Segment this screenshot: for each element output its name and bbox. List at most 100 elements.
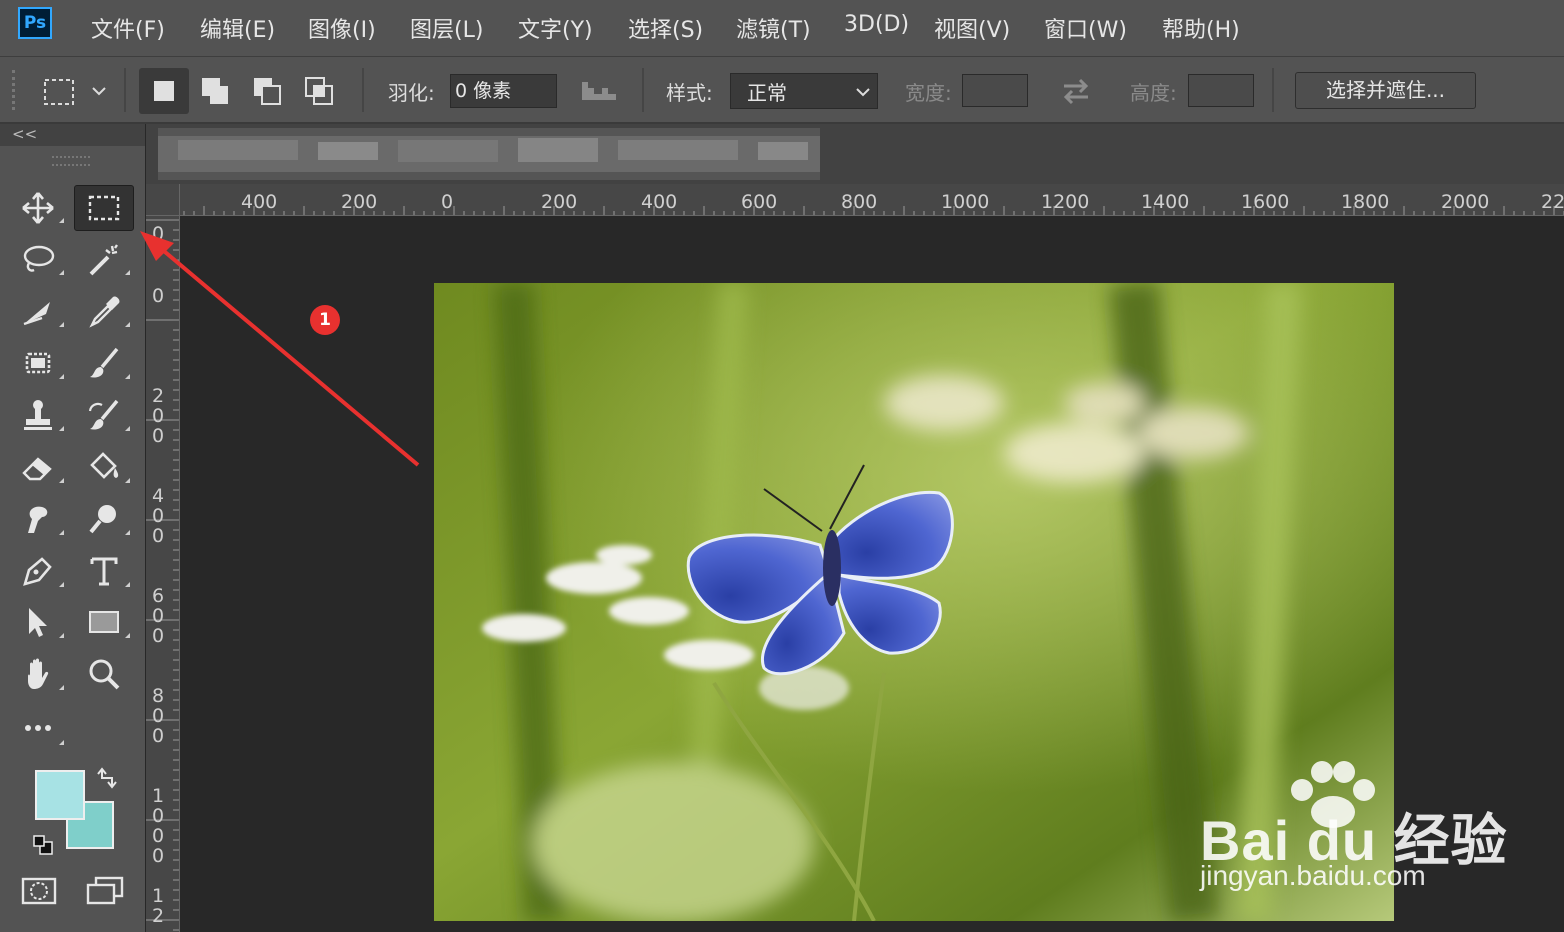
brush-tool[interactable] [76,340,132,386]
clone-stamp-tool[interactable] [10,392,66,438]
foreground-color-swatch[interactable] [35,770,85,820]
healing-brush-tool[interactable] [10,340,66,386]
swap-dimensions-button[interactable] [1058,74,1094,108]
ruler-label: 8 0 0 [152,685,165,747]
tool-group-indicator [125,478,130,483]
ruler-label: 800 [841,191,878,213]
tool-group-indicator [59,426,64,431]
photoshop-logo: Ps [18,7,52,39]
smudge-tool[interactable] [10,496,66,542]
tool-group-indicator [125,633,130,638]
panel-header: << [0,124,145,146]
anti-alias-icon [582,82,616,100]
tool-group-indicator [59,685,64,690]
options-grip[interactable] [12,70,18,110]
hand-tool[interactable] [10,651,66,697]
magic-wand-icon [89,244,118,276]
lasso-tool[interactable] [10,237,66,283]
type-tool[interactable] [76,548,132,594]
chevron-down-icon [856,88,870,97]
style-select[interactable]: 正常 [730,73,878,109]
arrow-cursor-icon [29,608,47,637]
menu-image[interactable]: 图像(I) [308,12,376,44]
ruler-label: 2000 [1441,191,1490,213]
ruler-label: 1 0 0 0 [152,785,165,867]
ruler-label: 1400 [1141,191,1190,213]
type-t-icon [90,557,118,586]
horizontal-ruler[interactable]: 400 200 0 200 400 600 800 1000 1200 1400… [146,184,1564,216]
ruler-label: 1200 [1041,191,1090,213]
magic-wand-tool[interactable] [76,237,132,283]
quick-mask-icon [21,877,57,905]
tool-group-indicator [59,478,64,483]
swap-colors-icon [97,767,117,789]
dodge-tool[interactable] [76,496,132,542]
pen-icon [23,557,52,586]
menu-edit[interactable]: 编辑(E) [200,12,275,44]
screen-mode-icon [86,876,124,905]
subtract-selection-button[interactable] [246,68,290,114]
edit-toolbar-button[interactable] [10,705,66,751]
menu-select[interactable]: 选择(S) [628,12,703,44]
anti-alias-toggle[interactable] [578,76,622,106]
new-selection-icon [154,81,174,101]
swap-colors-button[interactable] [96,766,120,790]
width-label: 宽度: [905,81,952,105]
add-to-selection-button[interactable] [194,68,238,114]
new-selection-button[interactable] [139,68,189,114]
ruler-label: 22 [1541,191,1564,213]
menu-file[interactable]: 文件(F) [91,12,165,44]
height-input[interactable] [1188,74,1254,107]
eyedropper-tool[interactable] [76,289,132,335]
pen-tool[interactable] [10,548,66,594]
add-selection-icon [202,78,228,104]
zoom-tool[interactable] [76,651,132,697]
menu-view[interactable]: 视图(V) [934,12,1010,44]
tool-group-indicator [59,633,64,638]
tool-group-indicator [125,582,130,587]
eraser-tool[interactable] [10,444,66,490]
separator [362,68,364,112]
ruler-label: 200 [541,191,578,213]
tool-group-indicator [59,582,64,587]
screen-mode-button[interactable] [84,874,128,908]
history-brush-tool[interactable] [76,392,132,438]
swap-arrows-icon [1063,78,1089,105]
hand-icon [28,658,49,689]
marquee-preset-icon [44,79,106,105]
menu-3d[interactable]: 3D(D) [844,12,909,37]
rectangle-tool[interactable] [76,599,132,645]
blurred-tab-title [158,136,820,172]
ruler-label: 6 0 0 [152,585,165,647]
feather-input[interactable]: 0 像素 [450,74,557,108]
menu-type[interactable]: 文字(Y) [518,12,593,44]
crop-tool[interactable] [10,289,66,335]
history-brush-icon [88,399,119,430]
ruler-label: 4 0 0 [152,485,165,547]
select-and-mask-button[interactable]: 选择并遮住... [1295,72,1476,109]
menu-layer[interactable]: 图层(L) [410,12,483,44]
menu-filter[interactable]: 滤镜(T) [736,12,811,44]
tool-group-indicator [59,374,64,379]
paint-bucket-tool[interactable] [76,444,132,490]
document-tab[interactable] [158,128,820,180]
menu-window[interactable]: 窗口(W) [1044,12,1127,44]
quick-mask-button[interactable] [20,874,58,908]
collapse-panel-button[interactable]: << [12,125,37,143]
tool-group-indicator [59,530,64,535]
path-selection-tool[interactable] [10,599,66,645]
default-colors-button[interactable] [32,834,54,856]
ruler-label: 0 [441,191,454,213]
menu-help[interactable]: 帮助(H) [1162,12,1240,44]
height-label: 高度: [1130,81,1177,105]
move-tool[interactable] [10,185,66,231]
ruler-origin[interactable] [146,184,180,216]
rectangle-icon [89,611,119,633]
panel-grip[interactable] [52,156,90,166]
tool-preset-picker[interactable] [38,74,108,108]
width-input[interactable] [962,74,1028,107]
intersect-selection-button[interactable] [298,68,342,114]
rectangular-marquee-tool[interactable] [74,185,134,231]
tool-group-indicator [59,740,64,745]
style-label: 样式: [666,81,713,105]
